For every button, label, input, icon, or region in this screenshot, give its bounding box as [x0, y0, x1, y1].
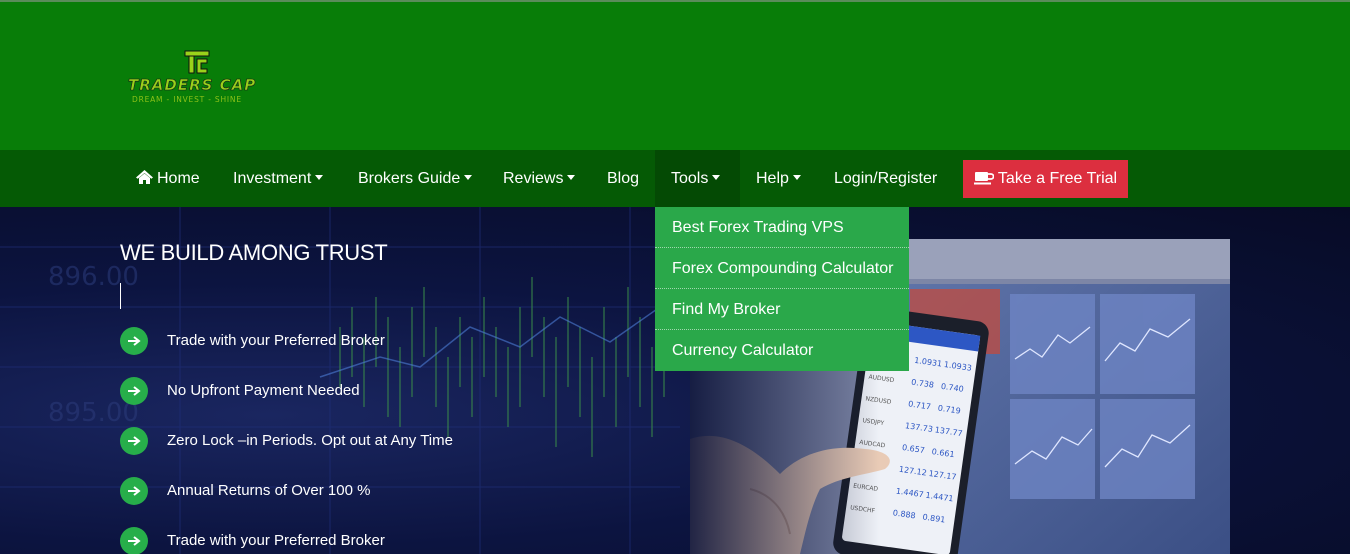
home-icon: [136, 170, 153, 184]
brand-logo[interactable]: TRADERS CAP DREAM - INVEST - SHINE: [128, 50, 268, 110]
nav-investment[interactable]: Investment: [233, 150, 324, 207]
nav-tools-label: Tools: [671, 170, 709, 187]
feature-text: Annual Returns of Over 100 %: [167, 482, 371, 499]
menu-item-compounding-calculator[interactable]: Forex Compounding Calculator: [655, 248, 909, 289]
caret-down-icon: [315, 175, 324, 180]
feature-text: Zero Lock –in Periods. Opt out at Any Ti…: [167, 432, 453, 449]
nav-login-register[interactable]: Login/Register: [834, 150, 937, 207]
menu-item-find-my-broker[interactable]: Find My Broker: [655, 289, 909, 330]
tools-dropdown-menu: Best Forex Trading VPS Forex Compounding…: [655, 207, 909, 371]
nav-reviews-label: Reviews: [503, 170, 564, 187]
nav-tools[interactable]: Tools: [655, 150, 740, 207]
caret-down-icon: [567, 175, 576, 180]
main-navbar: Home Investment Brokers Guide Reviews Bl…: [0, 150, 1350, 207]
logo-mark-icon: [184, 50, 210, 74]
nav-home[interactable]: Home: [135, 150, 200, 207]
nav-help[interactable]: Help: [756, 150, 801, 207]
nav-brokers-guide-label: Brokers Guide: [358, 170, 461, 187]
nav-home-label: Home: [157, 170, 200, 187]
top-header: TRADERS CAP DREAM - INVEST - SHINE: [0, 0, 1350, 150]
free-trial-label: Take a Free Trial: [997, 170, 1118, 187]
nav-help-label: Help: [756, 170, 789, 187]
caret-down-icon: [792, 175, 801, 180]
feature-text: Trade with your Preferred Broker: [167, 532, 385, 549]
feature-text: Trade with your Preferred Broker: [167, 332, 385, 349]
nav-investment-label: Investment: [233, 170, 312, 187]
nav-reviews[interactable]: Reviews: [503, 150, 576, 207]
arrow-right-icon: [120, 427, 148, 455]
caret-down-icon: [712, 175, 721, 180]
arrow-right-icon: [120, 327, 148, 355]
caret-down-icon: [464, 175, 473, 180]
feature-text: No Upfront Payment Needed: [167, 382, 360, 399]
arrow-right-icon: [120, 527, 148, 554]
nav-login-label: Login/Register: [834, 170, 938, 187]
text-cursor: [120, 283, 121, 309]
arrow-right-icon: [120, 477, 148, 505]
menu-item-best-forex-vps[interactable]: Best Forex Trading VPS: [655, 207, 909, 248]
brand-name: TRADERS CAP: [128, 76, 257, 95]
nav-blog-label: Blog: [607, 170, 640, 187]
brand-tagline: DREAM - INVEST - SHINE: [132, 95, 242, 104]
nav-blog[interactable]: Blog: [607, 150, 639, 207]
nav-brokers-guide[interactable]: Brokers Guide: [358, 150, 473, 207]
free-trial-button[interactable]: Take a Free Trial: [963, 160, 1128, 198]
menu-item-currency-calculator[interactable]: Currency Calculator: [655, 330, 909, 371]
arrow-right-icon: [120, 377, 148, 405]
svg-text:896.00: 896.00: [48, 262, 139, 292]
hero-title: WE BUILD AMONG TRUST: [120, 240, 388, 265]
coffee-cup-icon: [973, 172, 994, 185]
